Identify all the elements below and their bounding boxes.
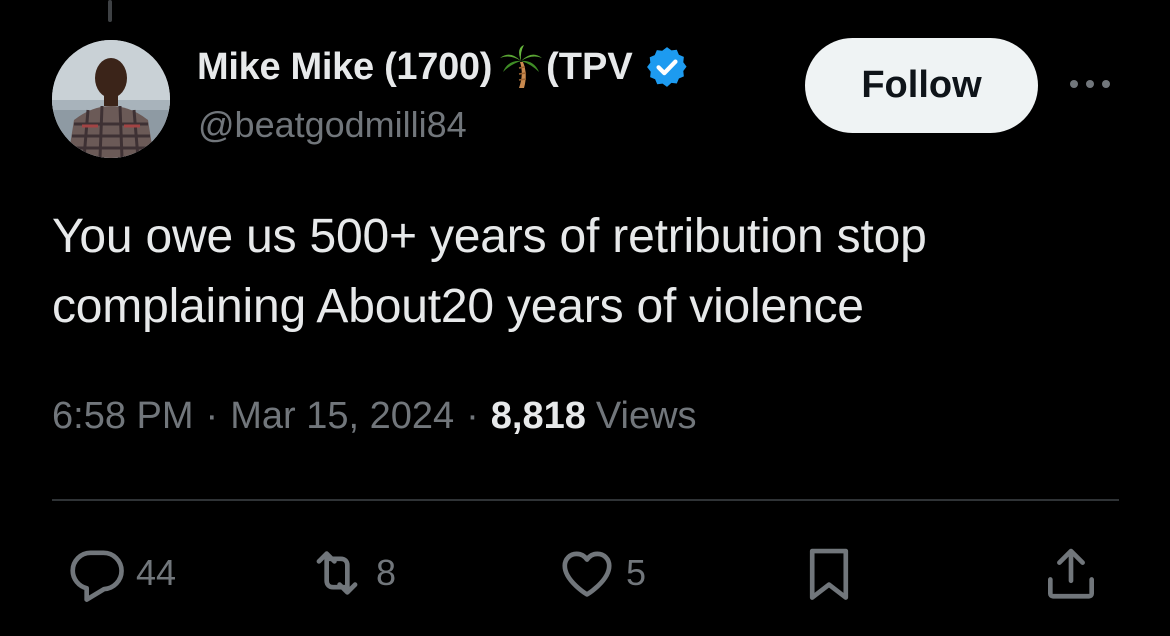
avatar[interactable] <box>52 40 170 158</box>
reply-bubble-icon <box>70 550 124 602</box>
reply-count: 44 <box>136 552 177 593</box>
meta-separator: · <box>466 395 479 437</box>
avatar-photo <box>52 40 170 158</box>
reply-button[interactable]: 44 <box>66 540 176 606</box>
tweet-metadata: 6:58 PM · Mar 15, 2024 · 8,818 Views <box>52 395 697 438</box>
follow-button[interactable]: Follow <box>805 38 1038 133</box>
views-count[interactable]: 8,818 <box>491 395 586 438</box>
author-handle[interactable]: @beatgodmilli84 <box>198 104 467 146</box>
verified-badge-icon[interactable] <box>644 44 690 90</box>
author-name-suffix[interactable]: (TPV <box>546 46 642 89</box>
views-label[interactable]: Views <box>596 395 697 438</box>
meta-separator: · <box>205 395 219 437</box>
thread-connector-line <box>108 0 112 22</box>
like-count: 5 <box>626 552 647 593</box>
retweet-count: 8 <box>376 552 397 593</box>
divider <box>52 499 1119 501</box>
share-icon <box>1048 548 1094 599</box>
author-display-name[interactable]: Mike Mike (1700) <box>197 46 492 89</box>
tweet-date[interactable]: Mar 15, 2024 <box>230 395 454 438</box>
more-dots-icon[interactable] <box>1066 72 1114 96</box>
tweet-time[interactable]: 6:58 PM <box>52 395 194 438</box>
bookmark-button[interactable] <box>798 540 860 606</box>
tweet-text: You owe us 500+ years of retribution sto… <box>52 210 927 333</box>
palm-tree-icon <box>498 44 544 90</box>
heart-icon <box>562 551 612 597</box>
bookmark-icon <box>809 548 849 600</box>
retweet-icon <box>316 551 358 595</box>
retweet-button[interactable]: 8 <box>306 540 396 606</box>
author-name-row[interactable]: Mike Mike (1700) (TPV <box>197 44 690 90</box>
like-button[interactable]: 5 <box>556 540 646 606</box>
share-button[interactable] <box>1040 540 1102 606</box>
